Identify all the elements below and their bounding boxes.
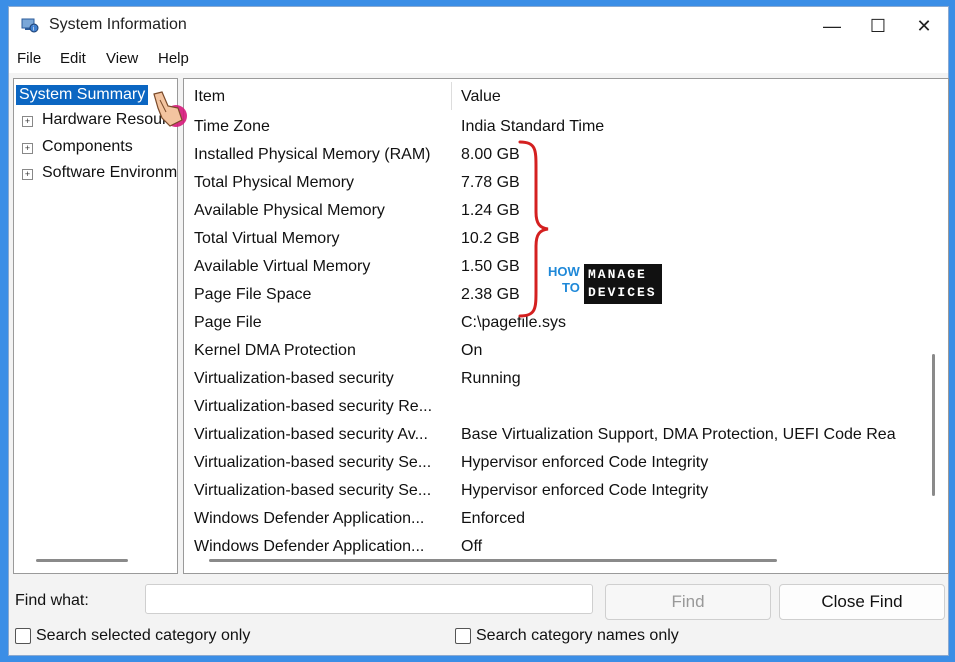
table-row[interactable]: Time Zone India Standard Time — [184, 113, 924, 141]
tree-item-label: Components — [42, 138, 133, 155]
table-row[interactable]: Virtualization-based security Re... — [184, 393, 924, 421]
menu-help[interactable]: Help — [158, 50, 189, 67]
menu-bar: File Edit View Help — [9, 45, 948, 73]
watermark-to: TO — [562, 280, 580, 295]
expand-icon[interactable]: + — [22, 143, 33, 154]
pointing-hand-cursor-icon — [153, 91, 187, 127]
cell-value: Hypervisor enforced Code Integrity — [461, 482, 709, 499]
cell-item: Total Virtual Memory — [194, 230, 340, 247]
table-row[interactable]: Available Physical Memory 1.24 GB — [184, 197, 924, 225]
expand-icon[interactable]: + — [22, 116, 33, 127]
window-title: System Information — [49, 16, 187, 33]
cell-value: Enforced — [461, 510, 526, 527]
cell-value: India Standard Time — [461, 118, 605, 135]
cell-item: Windows Defender Application... — [194, 538, 425, 555]
details-list: Item Value Time Zone India Standard Time I… — [183, 78, 949, 574]
vertical-scrollbar[interactable] — [932, 354, 935, 496]
table-row[interactable]: Page File C:\pagefile.sys — [184, 309, 924, 337]
column-separator[interactable] — [451, 82, 452, 110]
watermark-how: HOW — [548, 264, 580, 279]
table-row[interactable]: Total Physical Memory 7.78 GB — [184, 169, 924, 197]
cell-item: Available Physical Memory — [194, 202, 385, 219]
tree-item-label: Software Environment — [42, 164, 178, 181]
find-what-input[interactable] — [145, 584, 593, 614]
cell-item: Page File Space — [194, 286, 312, 303]
tree-horizontal-scrollbar[interactable] — [36, 559, 128, 562]
title-bar[interactable]: i System Information — ☐ ✕ — [9, 7, 948, 45]
cell-item: Page File — [194, 314, 262, 331]
tree-item-software-environment[interactable]: + Software Environment — [14, 162, 177, 186]
cell-item: Windows Defender Application... — [194, 510, 425, 527]
cell-item: Virtualization-based security Se... — [194, 482, 432, 499]
cell-value: Off — [461, 538, 483, 555]
close-find-button[interactable]: Close Find — [779, 584, 945, 620]
cell-value: Base Virtualization Support, DMA Protect… — [461, 426, 896, 443]
table-row[interactable]: Virtualization-based security Se... Hyper… — [184, 477, 924, 505]
menu-view[interactable]: View — [106, 50, 138, 67]
category-tree: System Summary + Hardware Resources + Co… — [13, 78, 178, 574]
cell-item: Virtualization-based security Av... — [194, 426, 428, 443]
search-category-names-checkbox[interactable]: Search category names only — [455, 627, 679, 645]
watermark-box: MANAGE DEVICES — [584, 264, 662, 304]
watermark-manage: MANAGE — [588, 267, 647, 282]
table-row[interactable]: Total Virtual Memory 10.2 GB — [184, 225, 924, 253]
checkbox-box[interactable] — [455, 628, 471, 644]
cell-item: Installed Physical Memory (RAM) — [194, 146, 431, 163]
cell-value: Hypervisor enforced Code Integrity — [461, 454, 709, 471]
cell-item: Time Zone — [194, 118, 270, 135]
cell-value: Running — [461, 370, 521, 387]
menu-file[interactable]: File — [17, 50, 41, 67]
maximize-button[interactable]: ☐ — [855, 7, 901, 45]
search-selected-category-checkbox[interactable]: Search selected category only — [15, 627, 250, 645]
cell-item: Available Virtual Memory — [194, 258, 371, 275]
minimize-icon: — — [823, 15, 841, 36]
tree-item-components[interactable]: + Components — [14, 136, 174, 160]
expand-icon[interactable]: + — [22, 169, 33, 180]
table-row[interactable]: Installed Physical Memory (RAM) 8.00 GB — [184, 141, 924, 169]
horizontal-scrollbar[interactable] — [209, 559, 777, 562]
system-information-app-icon: i — [21, 18, 39, 33]
close-icon: ✕ — [916, 15, 932, 36]
table-row[interactable]: Virtualization-based security Running — [184, 365, 924, 393]
checkbox-label: Search category names only — [476, 627, 679, 644]
cell-value: On — [461, 342, 483, 359]
cell-item: Kernel DMA Protection — [194, 342, 356, 359]
checkbox-box[interactable] — [15, 628, 31, 644]
minimize-button[interactable]: — — [809, 7, 855, 45]
tree-item-label: System Summary — [16, 85, 149, 105]
cell-item: Virtualization-based security — [194, 370, 394, 387]
cell-item: Virtualization-based security Se... — [194, 454, 432, 471]
table-row[interactable]: Windows Defender Application... Off — [184, 533, 924, 561]
menu-edit[interactable]: Edit — [60, 50, 86, 67]
table-row[interactable]: Kernel DMA Protection On — [184, 337, 924, 365]
close-button[interactable]: ✕ — [901, 7, 947, 45]
watermark-devices: DEVICES — [588, 285, 657, 300]
annotation-brace-icon — [518, 140, 549, 318]
checkbox-label: Search selected category only — [36, 627, 251, 644]
table-row[interactable]: Virtualization-based security Av... Base … — [184, 421, 924, 449]
howtomanagedevices-watermark: HOW TO MANAGE DEVICES — [548, 262, 666, 306]
cell-item: Total Physical Memory — [194, 174, 355, 191]
find-button[interactable]: Find — [605, 584, 771, 620]
maximize-icon: ☐ — [869, 15, 887, 36]
table-row[interactable]: Virtualization-based security Se... Hyper… — [184, 449, 924, 477]
cell-item: Virtualization-based security Re... — [194, 398, 433, 415]
table-row[interactable]: Windows Defender Application... Enforced — [184, 505, 924, 533]
find-what-label: Find what: — [15, 592, 89, 609]
